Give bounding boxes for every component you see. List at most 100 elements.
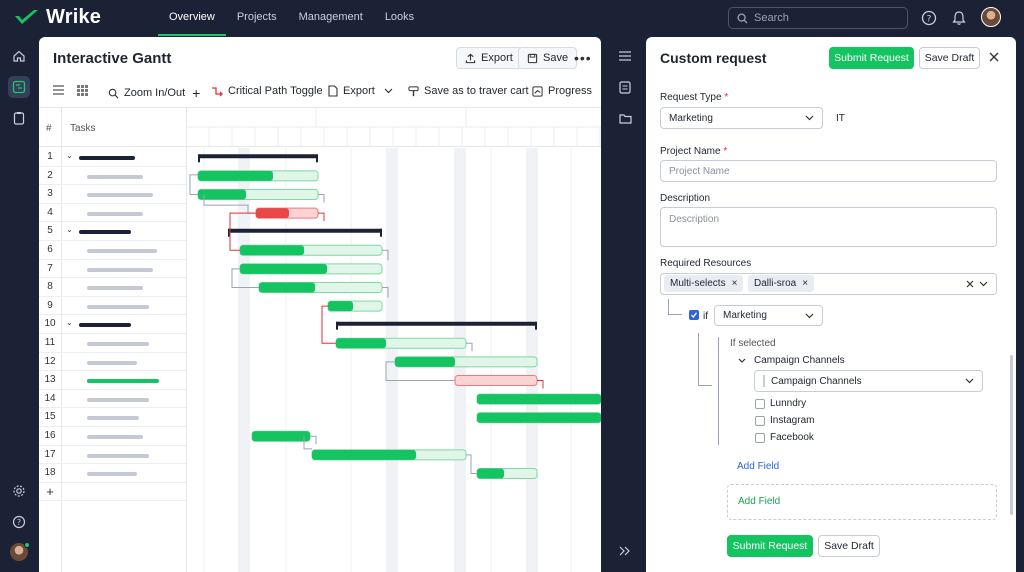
request-type-select[interactable]: Marketing <box>660 107 823 129</box>
table-row[interactable]: 15 <box>39 408 186 427</box>
add-row[interactable]: + <box>39 483 186 502</box>
critical-progress-bar[interactable] <box>256 208 289 219</box>
folder-icon[interactable] <box>616 109 634 127</box>
tab-looks[interactable]: Looks <box>374 0 425 36</box>
gantt-icon[interactable] <box>8 76 30 98</box>
table-row[interactable]: 17 <box>39 446 186 465</box>
save-draft-button[interactable]: Save Draft <box>919 47 980 69</box>
table-row[interactable]: 16 <box>39 427 186 446</box>
clear-icon[interactable] <box>966 280 974 288</box>
scrollbar[interactable] <box>1010 355 1013 515</box>
submit-request-button[interactable]: Submit Request <box>829 47 914 69</box>
remove-chip-icon[interactable]: × <box>802 278 808 289</box>
list-icon[interactable] <box>616 47 634 65</box>
table-row[interactable]: 5 ⌄ <box>39 222 186 241</box>
progress-bar[interactable] <box>252 431 310 442</box>
critical-task-bar[interactable] <box>454 375 538 386</box>
campaign-channels-select[interactable]: Campaign Channels <box>754 370 983 392</box>
progress-bar[interactable] <box>328 301 353 312</box>
progress-bar[interactable] <box>240 245 304 256</box>
grid-view-icon[interactable] <box>77 85 88 96</box>
progress-bar[interactable] <box>198 189 246 200</box>
summary-bar[interactable] <box>228 228 382 233</box>
table-row[interactable]: 1 ⌄ <box>39 148 186 167</box>
option-checkbox[interactable] <box>755 399 765 409</box>
zoom-button[interactable]: Zoom In/Out + <box>108 85 200 101</box>
summary-bar-cap[interactable] <box>380 228 382 237</box>
bell-icon[interactable] <box>950 9 968 27</box>
save-as-button[interactable]: Save as to traver cart <box>408 85 529 97</box>
table-row[interactable]: 9 <box>39 297 186 316</box>
export-button[interactable]: Export <box>456 47 522 69</box>
project-name-input[interactable]: Project Name <box>660 160 997 182</box>
progress-bar[interactable] <box>240 263 327 274</box>
table-row[interactable]: 2 <box>39 167 186 186</box>
footer-save-draft-button[interactable]: Save Draft <box>818 535 880 557</box>
summary-bar-cap[interactable] <box>316 154 318 163</box>
expand-chevron-icon[interactable]: ⌄ <box>66 225 73 234</box>
toolbar-export-dropdown[interactable]: Export <box>328 85 393 97</box>
table-row[interactable]: 14 <box>39 390 186 409</box>
chevron-down-icon[interactable] <box>738 358 746 364</box>
expand-chevron-icon[interactable]: ⌄ <box>66 151 73 160</box>
search-box[interactable] <box>728 7 908 29</box>
table-row[interactable]: 8 <box>39 278 186 297</box>
document-icon[interactable] <box>616 78 634 96</box>
table-row[interactable]: 12 <box>39 353 186 372</box>
progress-bar[interactable] <box>477 394 601 405</box>
tab-projects[interactable]: Projects <box>226 0 288 36</box>
footer-submit-button[interactable]: Submit Request <box>727 535 813 557</box>
tab-overview[interactable]: Overview <box>158 0 226 36</box>
more-options-icon[interactable]: ••• <box>574 50 592 66</box>
table-row[interactable]: 10 ⌄ <box>39 315 186 334</box>
progress-bar[interactable] <box>477 412 601 423</box>
remove-chip-icon[interactable]: × <box>732 278 738 289</box>
summary-bar[interactable] <box>198 154 318 159</box>
progress-bar[interactable] <box>259 282 315 293</box>
option-checkbox[interactable] <box>755 433 765 443</box>
progress-button[interactable]: Progress <box>532 85 592 97</box>
search-input[interactable] <box>754 12 894 24</box>
progress-bar[interactable] <box>336 338 386 349</box>
clipboard-icon[interactable] <box>8 107 30 129</box>
table-row[interactable]: 13 <box>39 371 186 390</box>
table-row[interactable]: 7 <box>39 260 186 279</box>
help-rail-icon[interactable]: ? <box>8 511 30 533</box>
progress-bar[interactable] <box>198 170 273 181</box>
tab-management[interactable]: Management <box>288 0 374 36</box>
add-row-icon[interactable]: + <box>39 484 61 499</box>
option-checkbox[interactable] <box>755 416 765 426</box>
expand-chevron-icon[interactable]: ⌄ <box>66 318 73 327</box>
summary-bar-cap[interactable] <box>336 321 338 330</box>
gantt-title: Interactive Gantt <box>53 50 172 67</box>
table-row[interactable]: 4 <box>39 204 186 223</box>
add-field-link-secondary[interactable]: Add Field <box>738 496 780 507</box>
table-row[interactable]: 3 <box>39 185 186 204</box>
progress-bar[interactable] <box>395 356 455 367</box>
help-icon[interactable]: ? <box>920 9 938 27</box>
critical-path-toggle[interactable]: Critical Path Toggle <box>211 85 323 97</box>
plus-icon[interactable]: + <box>192 85 200 101</box>
rail-avatar[interactable] <box>10 542 30 561</box>
condition-checkbox[interactable] <box>689 310 699 320</box>
summary-bar-cap[interactable] <box>198 154 200 163</box>
home-icon[interactable] <box>8 45 30 67</box>
user-avatar[interactable] <box>981 7 1001 27</box>
progress-bar[interactable] <box>477 468 504 479</box>
save-button[interactable]: Save <box>518 47 578 69</box>
settings-icon[interactable] <box>8 480 30 502</box>
summary-bar-cap[interactable] <box>535 321 537 330</box>
table-row[interactable]: 11 <box>39 334 186 353</box>
condition-select[interactable]: Marketing <box>714 305 823 326</box>
table-row[interactable]: 6 <box>39 241 186 260</box>
collapse-icon[interactable] <box>616 542 634 560</box>
chevron-down-icon <box>979 281 988 287</box>
close-icon[interactable] <box>988 51 1000 63</box>
table-row[interactable]: 18 <box>39 464 186 483</box>
wrike-logo[interactable]: Wrike <box>14 6 101 29</box>
progress-bar[interactable] <box>312 449 416 460</box>
list-view-icon[interactable] <box>53 85 64 95</box>
summary-bar[interactable] <box>336 321 537 326</box>
description-textarea[interactable]: Description <box>660 207 997 247</box>
add-field-link[interactable]: Add Field <box>737 461 779 472</box>
